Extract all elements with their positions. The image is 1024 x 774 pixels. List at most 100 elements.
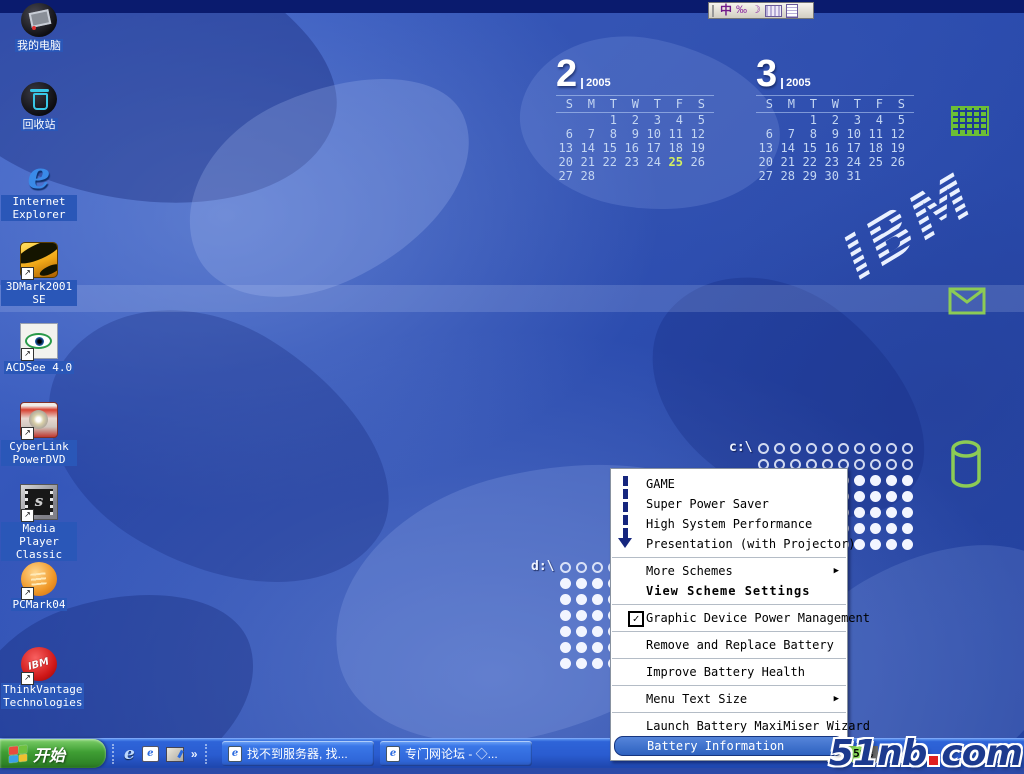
usage-dot (886, 475, 897, 486)
menu-item-label: Launch Battery MaxiMiser Wizard (646, 719, 870, 733)
usage-dot (576, 594, 587, 605)
menu-item-label: Menu Text Size (646, 692, 747, 706)
usage-dot (870, 523, 881, 534)
usage-dot (576, 562, 587, 573)
usage-dot (854, 459, 865, 470)
ime-punctuation-icon[interactable]: ☽ (751, 3, 761, 18)
start-button[interactable]: 开始 (0, 739, 106, 768)
menu-item-graphic-device-power-management[interactable]: ✓Graphic Device Power Management (611, 608, 847, 628)
usage-dot (902, 443, 913, 454)
internet-explorer-quicklaunch-icon[interactable]: e (124, 744, 135, 764)
ime-fullwidth-icon[interactable]: ‰ (736, 3, 747, 18)
usage-dot (592, 610, 603, 621)
menu-item-label: Battery Information (647, 739, 784, 753)
usage-dot (854, 507, 865, 518)
usage-dot (886, 507, 897, 518)
drive-label: d:\ (531, 560, 554, 574)
usage-dot (758, 443, 769, 454)
usage-dot (870, 475, 881, 486)
usage-dot (576, 642, 587, 653)
menu-item-game[interactable]: GAME (611, 474, 847, 494)
usage-dot (822, 443, 833, 454)
menu-item-more-schemes[interactable]: More Schemes▶ (611, 561, 847, 581)
menu-item-improve-battery-health[interactable]: Improve Battery Health (611, 662, 847, 682)
usage-dot (854, 491, 865, 502)
usage-dot (592, 626, 603, 637)
usage-dot (592, 642, 603, 653)
usage-dot (902, 475, 913, 486)
usage-dot (838, 443, 849, 454)
ie-page-icon: e (228, 746, 242, 762)
usage-dot (576, 610, 587, 621)
usage-dot (886, 491, 897, 502)
usage-dot (576, 626, 587, 637)
usage-dot (560, 610, 571, 621)
usage-dot (592, 658, 603, 669)
mail-quicklaunch-icon[interactable]: e (142, 746, 159, 762)
usage-dot (560, 658, 571, 669)
show-desktop-icon[interactable] (166, 747, 184, 762)
usage-dot (902, 539, 913, 550)
usage-dot (576, 578, 587, 589)
ime-input-mode-icon[interactable]: 中 (720, 3, 732, 18)
submenu-arrow-icon: ▶ (834, 689, 839, 709)
usage-dot (902, 491, 913, 502)
menu-item-remove-and-replace-battery[interactable]: Remove and Replace Battery (611, 635, 847, 655)
usage-dot (886, 539, 897, 550)
menu-item-label: Improve Battery Health (646, 665, 805, 679)
usage-dot (870, 507, 881, 518)
usage-dot (560, 562, 571, 573)
usage-dot (886, 443, 897, 454)
start-button-label: 开始 (33, 742, 65, 766)
ime-language-bar: 中 ‰ ☽ (708, 2, 814, 19)
menu-item-super-power-saver[interactable]: Super Power Saver (611, 494, 847, 514)
menu-item-label: Super Power Saver (646, 497, 769, 511)
ie-page-icon: e (386, 746, 400, 762)
usage-dot (854, 523, 865, 534)
usage-dot (902, 507, 913, 518)
menu-item-battery-information[interactable]: Battery Information (614, 736, 844, 756)
menu-item-view-scheme-settings[interactable]: View Scheme Settings (611, 581, 847, 601)
task-button-label: 找不到服务器, 找... (247, 745, 348, 762)
power-scheme-context-menu: GAME Super Power Saver High System Perform… (610, 468, 848, 761)
menu-item-high-system-performance[interactable]: High System Performance (611, 514, 847, 534)
usage-dot (886, 523, 897, 534)
usage-dot (854, 443, 865, 454)
menu-separator (612, 712, 846, 713)
usage-dot (902, 459, 913, 470)
notepad-icon[interactable] (786, 4, 798, 18)
keyboard-icon[interactable] (765, 5, 782, 17)
usage-dot (870, 539, 881, 550)
drag-handle[interactable] (712, 5, 716, 17)
menu-separator (612, 557, 846, 558)
drag-handle[interactable] (112, 744, 117, 764)
menu-item-menu-text-size[interactable]: Menu Text Size ▶ (611, 689, 847, 709)
quicklaunch-overflow-chevron[interactable]: » (191, 747, 198, 761)
usage-dot (592, 594, 603, 605)
usage-dot (870, 443, 881, 454)
drive-label: c:\ (729, 441, 752, 455)
usage-dot (902, 523, 913, 534)
usage-dot (854, 539, 865, 550)
menu-item-label: Graphic Device Power Management (646, 611, 870, 625)
usage-dot (560, 626, 571, 637)
menu-item-label: View Scheme Settings (646, 584, 811, 598)
menu-item-label: Remove and Replace Battery (646, 638, 834, 652)
menu-item-presentation-with-projector[interactable]: Presentation (with Projector) (611, 534, 847, 554)
usage-dot (576, 658, 587, 669)
menu-item-label: More Schemes (646, 564, 733, 578)
watermark-dot-icon (929, 756, 938, 765)
usage-dot (870, 459, 881, 470)
drive-usage-widgets: c:\ d:\ (0, 0, 1024, 768)
drag-handle[interactable] (205, 744, 210, 764)
taskbar-task-0[interactable]: e 找不到服务器, 找... (222, 741, 374, 766)
usage-dot (560, 642, 571, 653)
usage-dot (886, 459, 897, 470)
menu-separator (612, 631, 846, 632)
menu-item-label: High System Performance (646, 517, 812, 531)
menu-item-label: GAME (646, 477, 675, 491)
menu-item-launch-battery-maximiser-wizard[interactable]: Launch Battery MaxiMiser Wizard (611, 716, 847, 736)
taskbar-task-1[interactable]: e专门网论坛 - ◇... (380, 741, 532, 766)
usage-dot (560, 594, 571, 605)
menu-separator (612, 658, 846, 659)
